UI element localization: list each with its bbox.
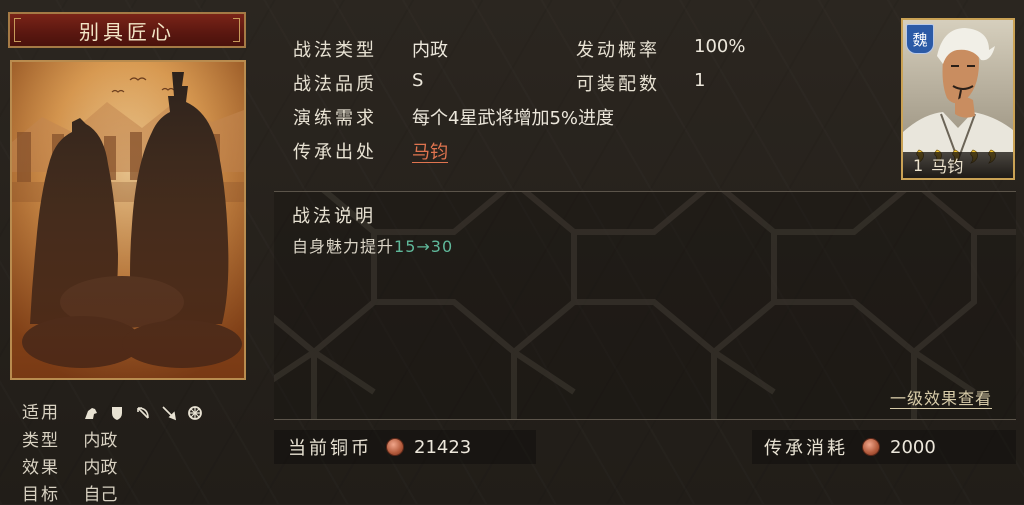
card-field-key: 适用 [22,403,60,423]
card-field-key: 效果 [22,458,60,478]
info-quality-value: S [412,70,424,91]
inherit-cost-box: 传承消耗 2000 [752,430,1016,464]
bow-icon [137,407,150,419]
skill-illustration [12,62,244,378]
cavalry-icon [85,408,98,419]
info-label: 传承出处 [293,142,377,163]
general-level: 1 [913,155,924,175]
info-label: 战法类型 [293,40,377,61]
info-equip-count: 可装配数 [576,70,660,96]
info-label: 发动概率 [576,40,660,61]
description-prefix: 自身魅力提升 [292,237,395,256]
info-quality: 战法品质 [293,70,377,96]
copper-coin-icon [386,438,404,456]
arrow: → [416,237,431,256]
skill-card-art [10,60,246,380]
info-skill-type-value: 内政 [412,40,448,61]
description-text: 自身魅力提升15→30 [292,233,453,257]
coins-label: 当前铜币 [288,438,372,459]
info-label: 演练需求 [293,108,377,129]
card-field-key: 类型 [22,431,60,451]
card-field-value: 自己 [83,485,118,505]
card-field-value: 内政 [83,431,118,451]
card-field-value: 内政 [83,458,118,478]
copper-coin-icon [862,438,880,456]
info-equip-count-value: 1 [694,70,706,91]
card-field-applicable: 适用 [22,398,203,423]
value-to: 30 [430,237,454,256]
cost-label: 传承消耗 [764,438,848,459]
card-field-target: 目标 自己 [22,480,117,505]
info-skill-type: 战法类型 [293,36,377,62]
skill-name: 别具匠心 [79,19,175,44]
general-name: 马钧 [931,157,964,176]
current-coins-box: 当前铜币 21423 [274,430,536,464]
info-label: 可装配数 [576,74,660,95]
info-label: 战法品质 [293,74,377,95]
coins-value: 21423 [414,436,472,458]
cost-value: 2000 [890,436,936,458]
general-name-bar: 1 马钧 [903,152,1013,178]
info-training: 演练需求 [293,104,377,130]
info-source: 传承出处 [293,138,377,164]
level-one-effect-link[interactable]: 一级效果查看 [890,385,992,409]
wheel-icon [188,406,203,420]
skill-title-plate: 别具匠心 [8,12,246,48]
description-title: 战法说明 [292,206,376,227]
source-general-link[interactable]: 马钧 [412,138,448,164]
faction-badge: 魏 [906,24,934,54]
description-panel: 战法说明 自身魅力提升15→30 一级效果查看 [274,191,1016,420]
info-trigger-rate: 发动概率 [576,36,660,62]
card-field-effect: 效果 内政 [22,453,117,478]
card-field-type: 类型 内政 [22,426,117,451]
card-field-key: 目标 [22,485,60,505]
spear-icon [162,406,177,421]
info-trigger-rate-value: 100% [694,36,746,57]
applicable-icons [83,405,203,421]
general-portrait-card[interactable]: 魏 1 马钧 [901,18,1015,180]
shield-icon [112,407,123,420]
info-training-value: 每个4星武将增加5%进度 [412,108,615,129]
value-from: 15 [394,237,417,256]
